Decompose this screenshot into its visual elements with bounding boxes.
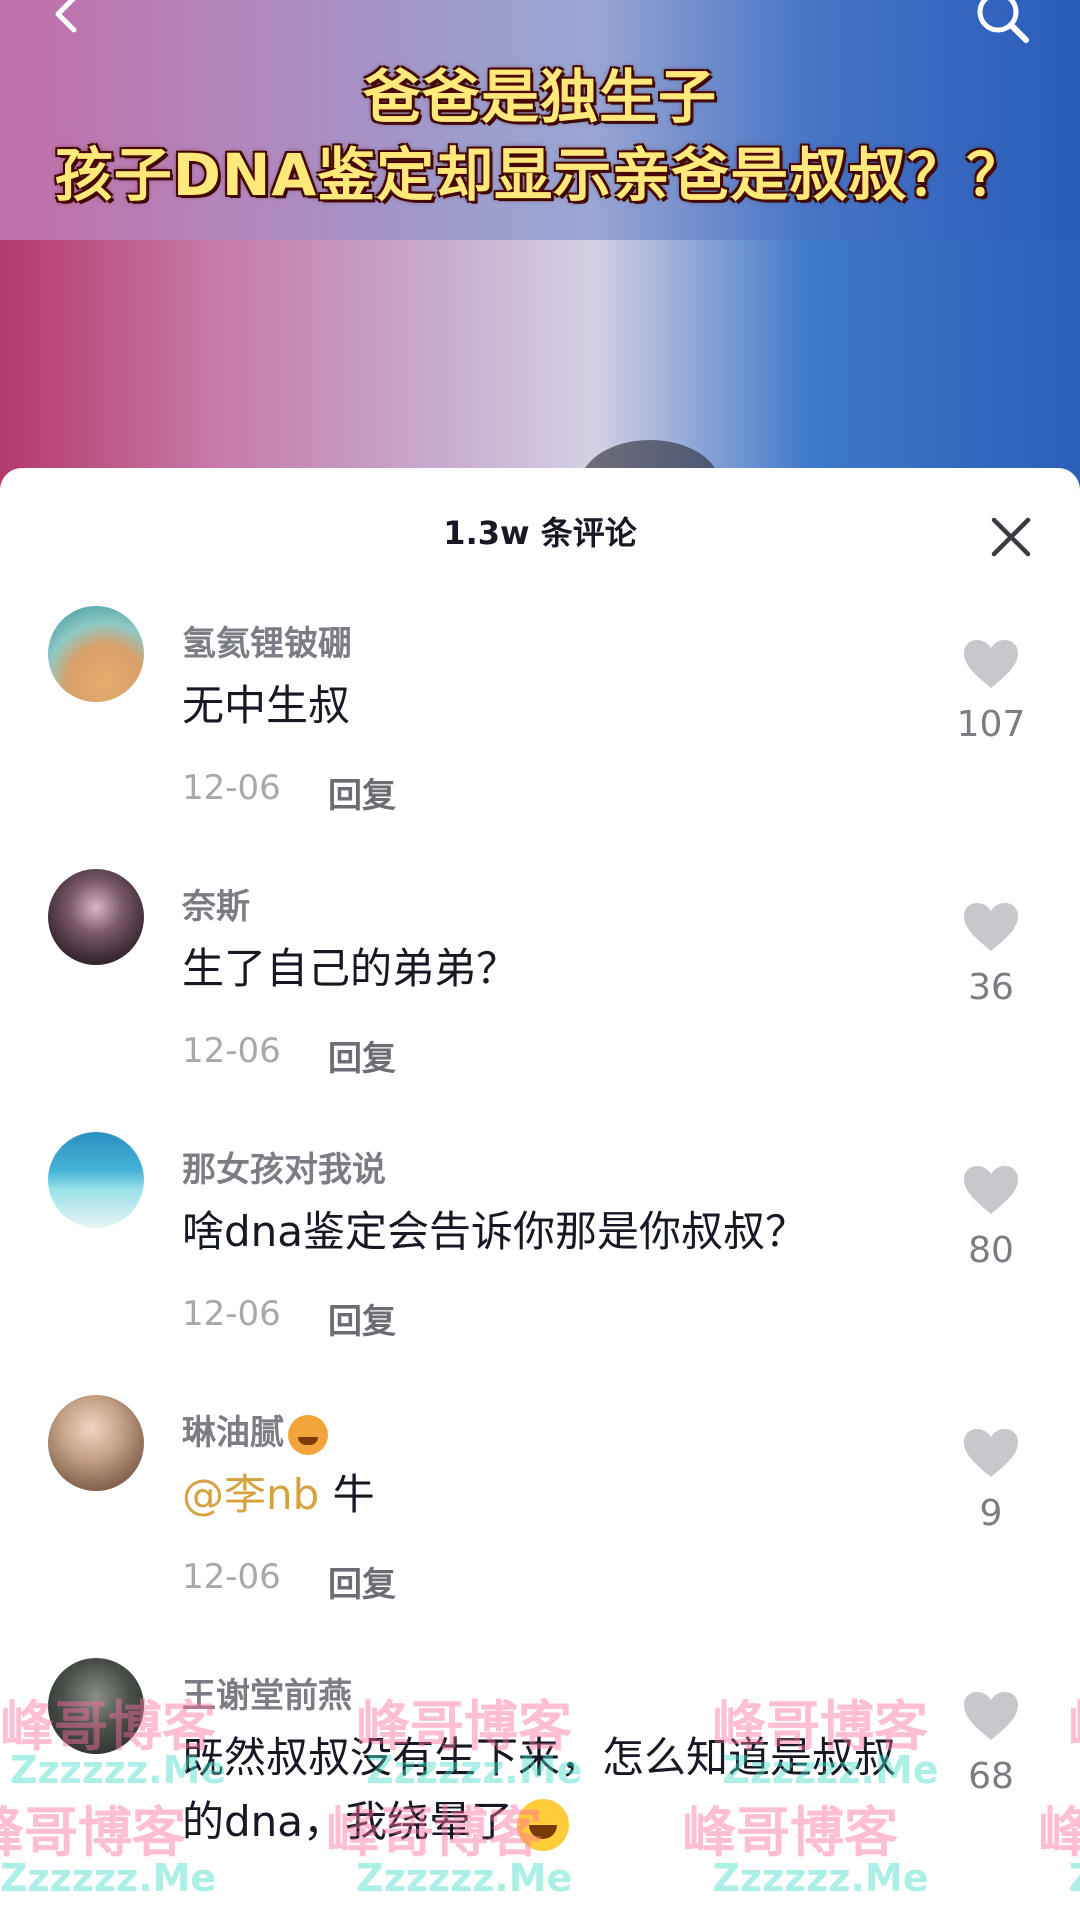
- heart-icon: [964, 640, 1018, 688]
- reply-button[interactable]: 回复: [328, 768, 396, 817]
- like-count: 9: [979, 1493, 1003, 1534]
- video-caption: 爸爸是独生子 孩子DNA鉴定却显示亲爸是叔叔？？: [0, 58, 1080, 214]
- comment-item: 氢氦锂铍硼 无中生叔 12-06 回复 107: [0, 594, 1080, 857]
- comment-item: 王谢堂前燕 既然叔叔没有生下来，怎么知道是叔叔的dna，我绕晕了 68: [0, 1646, 1080, 1909]
- comment-item: 那女孩对我说 啥dna鉴定会告诉你那是你叔叔？ 12-06 回复 80: [0, 1120, 1080, 1383]
- comment-username[interactable]: 那女孩对我说: [182, 1142, 386, 1191]
- mention-link[interactable]: @李nb: [182, 1470, 319, 1519]
- comment-date: 12-06: [182, 768, 281, 808]
- like-button[interactable]: 80: [936, 1164, 1046, 1271]
- close-icon[interactable]: [988, 514, 1034, 560]
- like-button[interactable]: 68: [936, 1690, 1046, 1797]
- comments-sheet: 1.3w 条评论 氢氦锂铍硼 无中生叔 12-06 回复 107 奈斯 生了自己…: [0, 468, 1080, 1924]
- comment-username[interactable]: 氢氦锂铍硼: [182, 616, 352, 665]
- comment-username[interactable]: 琳油腻: [182, 1405, 328, 1455]
- comment-date: 12-06: [182, 1294, 281, 1334]
- avatar[interactable]: [48, 1658, 144, 1754]
- like-count: 80: [968, 1230, 1014, 1271]
- laughing-emoji-icon: [517, 1798, 570, 1851]
- comments-count-title: 1.3w 条评论: [443, 514, 637, 552]
- comment-text: 啥dna鉴定会告诉你那是你叔叔？: [182, 1207, 808, 1256]
- video-caption-line-2: 孩子DNA鉴定却显示亲爸是叔叔？？: [54, 141, 1026, 209]
- reply-button[interactable]: 回复: [328, 1557, 396, 1606]
- heart-icon: [964, 1166, 1018, 1214]
- avatar[interactable]: [48, 606, 144, 702]
- avatar[interactable]: [48, 1395, 144, 1491]
- video-caption-line-1: 爸爸是独生子: [362, 63, 717, 131]
- comment-username[interactable]: 王谢堂前燕: [182, 1668, 352, 1717]
- comment-username-text: 琳油腻: [182, 1413, 284, 1453]
- avatar[interactable]: [48, 1132, 144, 1228]
- like-count: 36: [968, 967, 1014, 1008]
- comment-text: 生了自己的弟弟？: [182, 944, 519, 993]
- like-button[interactable]: 107: [936, 638, 1046, 745]
- comment-text: 既然叔叔没有生下来，怎么知道是叔叔的dna，我绕晕了: [182, 1726, 902, 1854]
- comment-date: 12-06: [182, 1557, 281, 1597]
- comment-text: @李nb 牛: [182, 1463, 922, 1527]
- comment-text: 无中生叔: [182, 681, 351, 730]
- avatar[interactable]: [48, 869, 144, 965]
- like-count: 68: [968, 1756, 1014, 1797]
- comment-text-body: 牛: [332, 1470, 375, 1519]
- heart-icon: [964, 1429, 1018, 1477]
- back-chevron-icon[interactable]: [46, 0, 86, 34]
- pumpkin-emoji-icon: [288, 1414, 328, 1455]
- search-icon[interactable]: [970, 0, 1034, 48]
- comment-item: 琳油腻 @李nb 牛 12-06 回复 9: [0, 1383, 1080, 1646]
- comments-header: 1.3w 条评论: [0, 468, 1080, 594]
- heart-icon: [964, 903, 1018, 951]
- like-button[interactable]: 9: [936, 1427, 1046, 1534]
- comment-date: 12-06: [182, 1031, 281, 1071]
- reply-button[interactable]: 回复: [328, 1031, 396, 1080]
- comment-item: 奈斯 生了自己的弟弟？ 12-06 回复 36: [0, 857, 1080, 1120]
- like-button[interactable]: 36: [936, 901, 1046, 1008]
- reply-button[interactable]: 回复: [328, 1294, 396, 1343]
- comment-username[interactable]: 奈斯: [182, 879, 250, 928]
- heart-icon: [964, 1692, 1018, 1740]
- like-count: 107: [956, 704, 1026, 745]
